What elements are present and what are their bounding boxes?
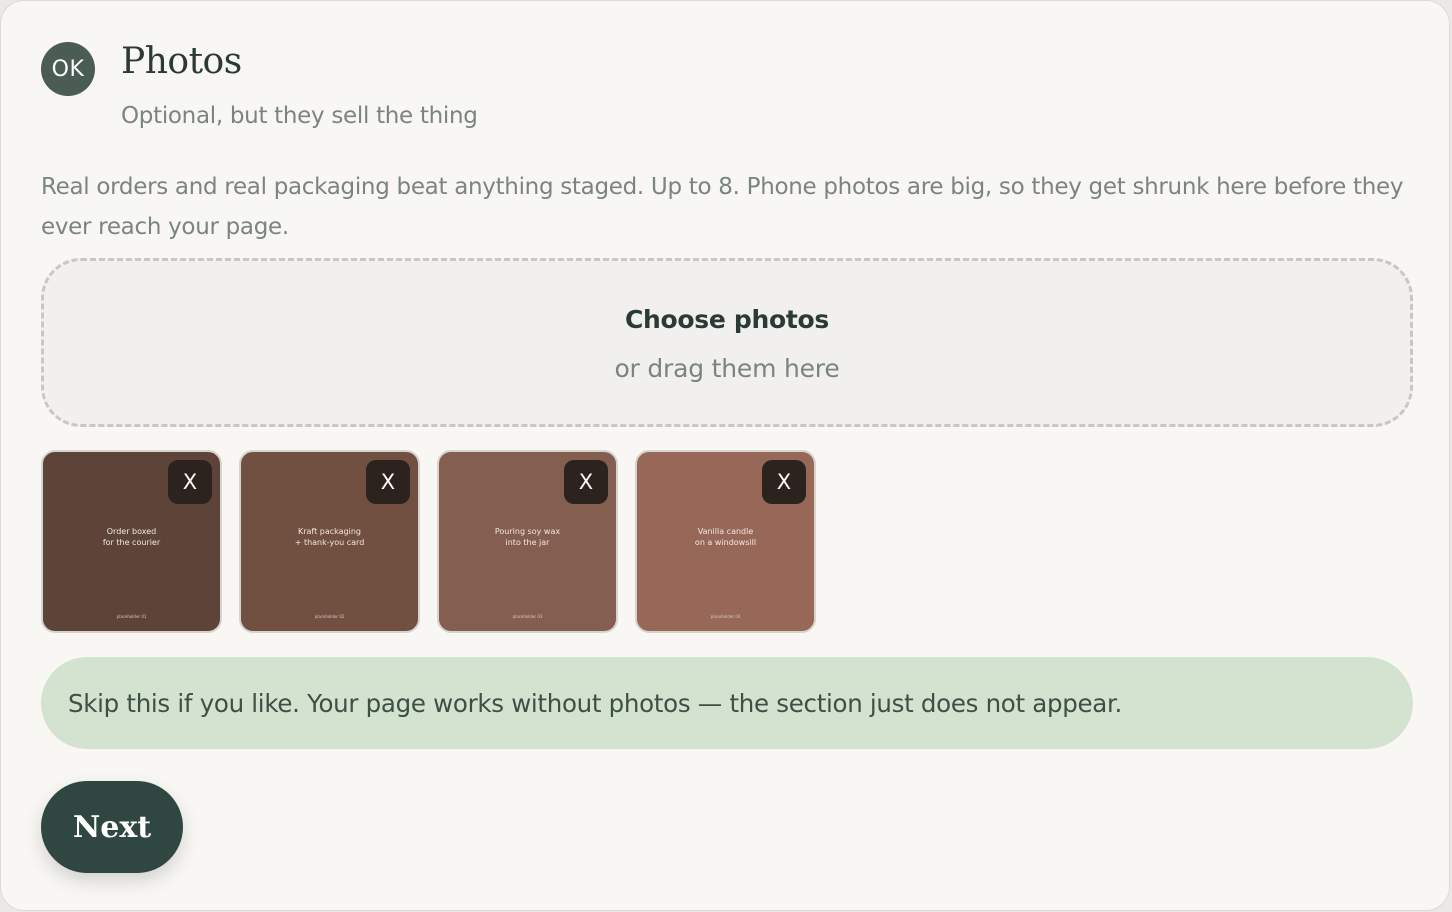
step-description: Real orders and real packaging beat anyt… <box>41 174 1404 240</box>
photo-dropzone[interactable]: Choose photos or drag them here <box>41 258 1413 427</box>
photo-placeholder-label: placeholder 04 <box>710 614 741 619</box>
photo-thumbnail[interactable]: Kraft packaging + thank-you card placeho… <box>239 450 420 633</box>
choose-photos-button[interactable]: Choose photos <box>44 305 1410 334</box>
step-badge-label: OK <box>51 56 85 82</box>
next-button[interactable]: Next <box>41 781 183 873</box>
photo-placeholder-label: placeholder 02 <box>314 614 345 619</box>
photo-caption: Pouring soy wax into the jar <box>439 526 616 548</box>
skip-info-note: Skip this if you like. Your page works w… <box>41 657 1413 749</box>
remove-photo-button[interactable]: X <box>168 460 212 504</box>
photo-caption: Order boxed for the courier <box>43 526 220 548</box>
photo-thumbnail[interactable]: Pouring soy wax into the jar placeholder… <box>437 450 618 633</box>
photo-thumbnail[interactable]: Order boxed for the courier placeholder … <box>41 450 222 633</box>
photo-caption: Kraft packaging + thank-you card <box>241 526 418 548</box>
drag-hint: or drag them here <box>614 354 840 383</box>
photo-caption-line: Kraft packaging <box>297 527 361 536</box>
step-card: OK Photos Optional, but they sell the th… <box>0 0 1450 911</box>
photo-caption-line: Pouring soy wax <box>494 527 561 536</box>
remove-photo-button[interactable]: X <box>564 460 608 504</box>
step-status-badge: OK <box>41 42 95 96</box>
photo-caption-line: Order boxed <box>106 527 157 536</box>
photo-caption-line: Vanilla candle <box>697 527 754 536</box>
photo-placeholder-label: placeholder 03 <box>512 614 543 619</box>
skip-info-text: Skip this if you like. Your page works w… <box>68 688 1122 718</box>
photo-caption-line: into the jar <box>505 538 550 547</box>
remove-photo-button[interactable]: X <box>366 460 410 504</box>
remove-photo-button[interactable]: X <box>762 460 806 504</box>
photo-caption-line: + thank-you card <box>294 538 365 547</box>
step-subtitle: Optional, but they sell the thing <box>121 103 478 129</box>
photo-caption-line: on a windowsill <box>694 538 757 547</box>
photo-caption: Vanilla candle on a windowsill <box>637 526 814 548</box>
step-title: Photos <box>121 41 242 82</box>
photo-placeholder-label: placeholder 01 <box>116 614 147 619</box>
photo-thumbnail[interactable]: Vanilla candle on a windowsill placehold… <box>635 450 816 633</box>
photo-caption-line: for the courier <box>102 538 161 547</box>
